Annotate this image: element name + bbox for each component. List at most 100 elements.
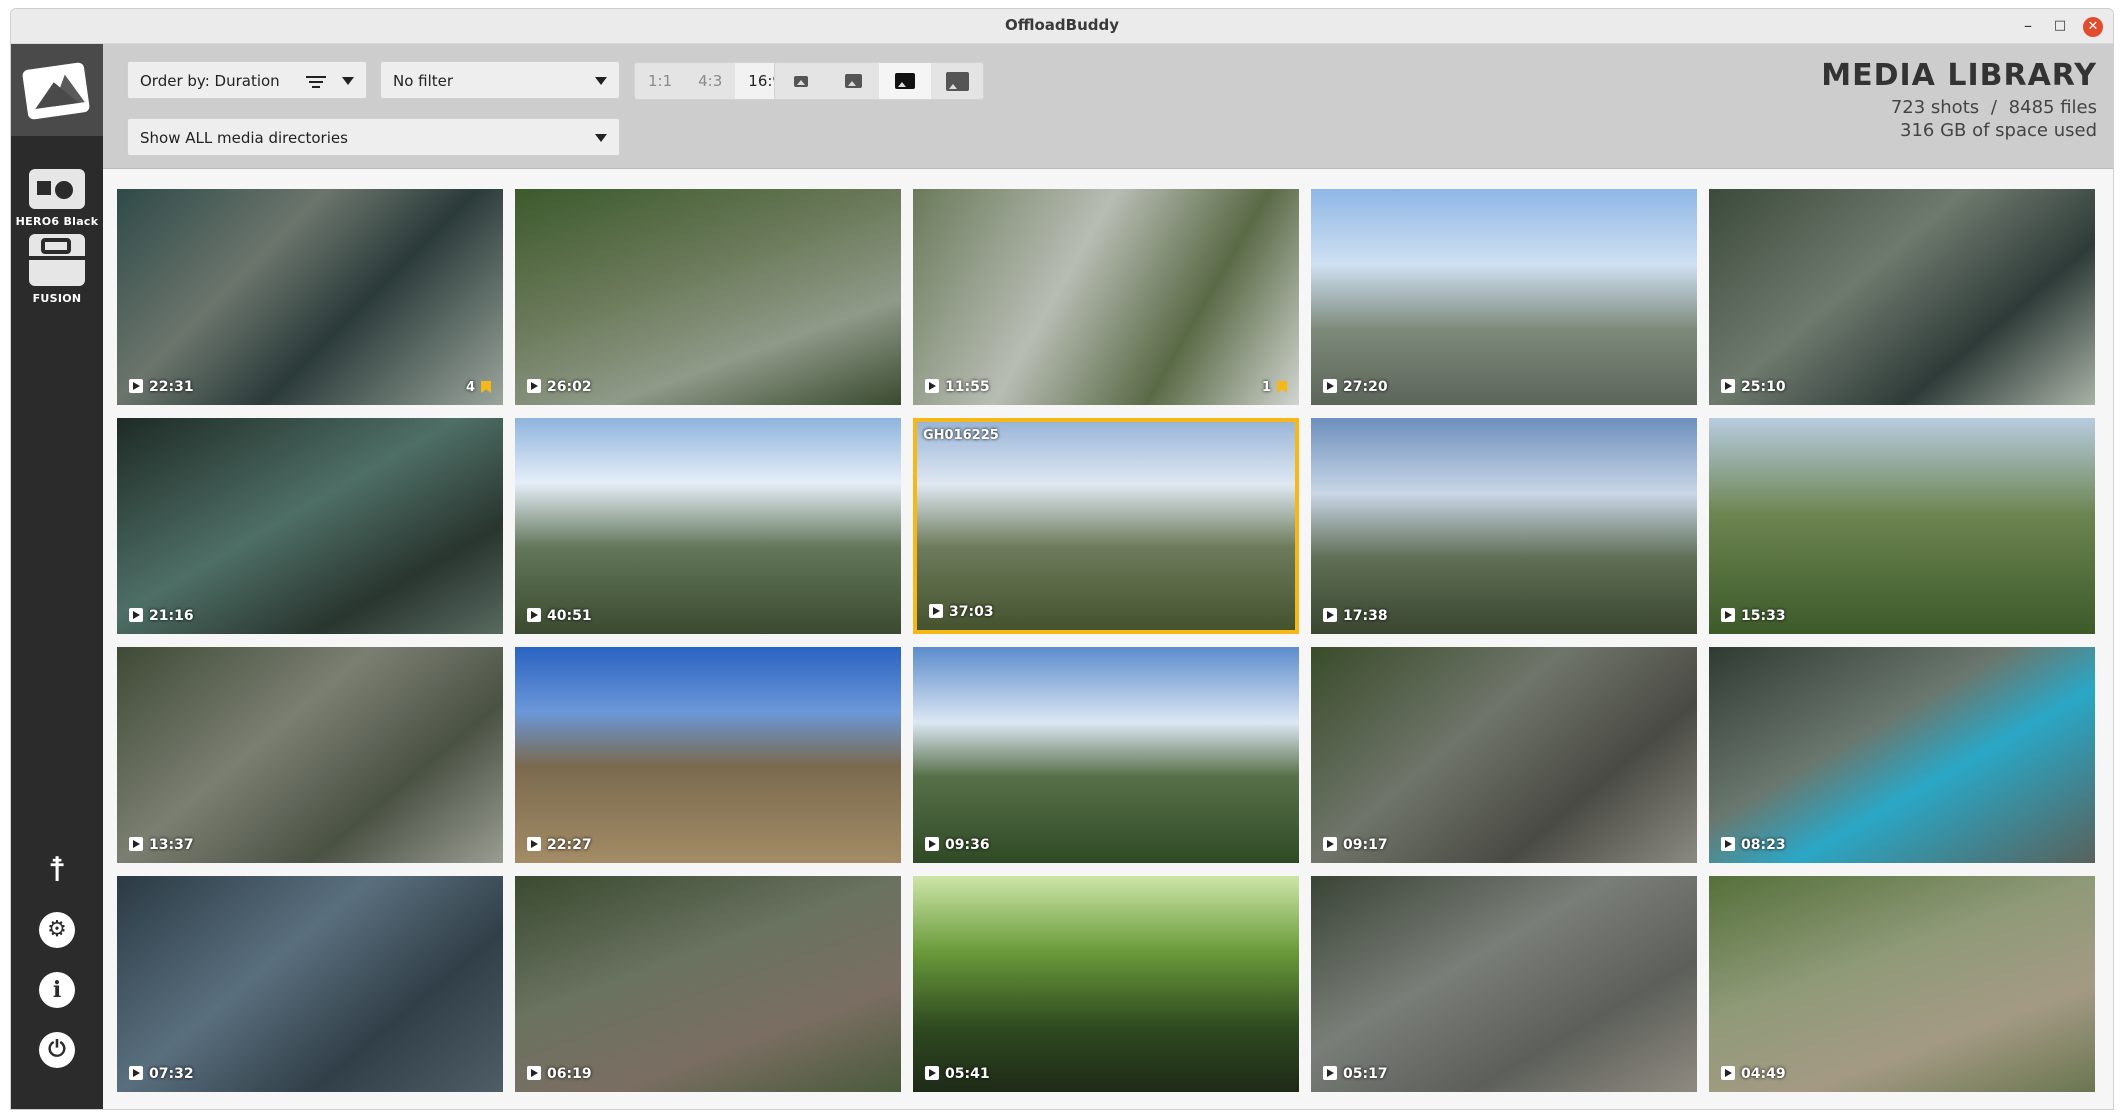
video-icon — [1721, 837, 1735, 851]
video-icon — [1721, 1066, 1735, 1080]
media-thumbnail[interactable]: 21:16 — [117, 418, 503, 634]
media-duration: 13:37 — [129, 837, 194, 853]
duration-text: 26:02 — [547, 379, 592, 395]
image-small-icon — [794, 75, 808, 87]
ratio-1-1[interactable]: 1:1 — [635, 63, 685, 99]
media-thumbnail[interactable]: 04:49 — [1709, 876, 2095, 1092]
media-thumbnail[interactable]: GH016225 37:03 — [913, 418, 1299, 634]
gallery-icon — [21, 61, 91, 121]
image-xlarge-icon — [945, 71, 969, 91]
video-icon — [527, 1066, 541, 1080]
media-duration: 37:03 — [929, 604, 994, 620]
media-thumbnail[interactable]: 13:37 — [117, 647, 503, 863]
device-hero6-black[interactable]: HERO6 Black — [11, 169, 103, 228]
device-label: HERO6 Black — [15, 215, 99, 228]
chevron-down-icon — [595, 134, 607, 142]
media-filename: GH016225 — [923, 428, 999, 443]
duration-text: 09:17 — [1343, 837, 1388, 853]
media-thumbnail[interactable]: 11:55 1 — [913, 189, 1299, 405]
close-icon[interactable]: ✕ — [2083, 17, 2103, 37]
media-thumbnail[interactable]: 08:23 — [1709, 647, 2095, 863]
device-fusion[interactable]: FUSION — [11, 234, 103, 305]
library-counts: 723 shots / 8485 files — [1821, 97, 2097, 118]
highlight-badge: 4 — [466, 380, 491, 395]
hilight-tag-icon — [481, 381, 491, 393]
media-thumbnail[interactable]: 05:17 — [1311, 876, 1697, 1092]
media-thumbnail[interactable]: 09:36 — [913, 647, 1299, 863]
media-thumbnail[interactable]: 27:20 — [1311, 189, 1697, 405]
power-icon[interactable]: ⏻ — [39, 1032, 75, 1068]
video-icon — [925, 1066, 939, 1080]
thumb-size-xlarge[interactable] — [931, 63, 983, 99]
media-thumbnail[interactable]: 07:32 — [117, 876, 503, 1092]
media-duration: 05:41 — [925, 1066, 990, 1082]
duration-text: 04:49 — [1741, 1066, 1786, 1082]
video-icon — [527, 608, 541, 622]
video-icon — [1721, 608, 1735, 622]
duration-text: 06:19 — [547, 1066, 592, 1082]
media-duration: 40:51 — [527, 608, 592, 624]
duration-text: 22:31 — [149, 379, 194, 395]
video-icon — [1323, 837, 1337, 851]
directories-select[interactable]: Show ALL media directories — [127, 118, 620, 156]
media-thumbnail[interactable]: 15:33 — [1709, 418, 2095, 634]
settings-icon[interactable]: ⚙ — [39, 912, 75, 948]
media-duration: 04:49 — [1721, 1066, 1786, 1082]
duration-text: 21:16 — [149, 608, 194, 624]
aspect-ratio-selector: 1:1 4:3 16:9 — [634, 62, 796, 100]
sidebar: HERO6 Black FUSION ☨ ⚙ i ⏻ — [11, 44, 103, 1109]
highlight-count: 4 — [465, 380, 475, 395]
video-icon — [129, 608, 143, 622]
info-icon[interactable]: i — [39, 972, 75, 1008]
media-thumbnail[interactable]: 22:31 4 — [117, 189, 503, 405]
video-icon — [1323, 1066, 1337, 1080]
video-icon — [1721, 379, 1735, 393]
minimize-icon[interactable]: – — [2017, 15, 2039, 37]
video-icon — [129, 1066, 143, 1080]
accessibility-icon[interactable]: ☨ — [39, 852, 75, 888]
toolbar: Order by: Duration No filter Show ALL me… — [103, 44, 2113, 169]
media-thumbnail[interactable]: 25:10 — [1709, 189, 2095, 405]
duration-text: 05:17 — [1343, 1066, 1388, 1082]
media-duration: 27:20 — [1323, 379, 1388, 395]
media-thumbnail[interactable]: 09:17 — [1311, 647, 1697, 863]
media-duration: 17:38 — [1323, 608, 1388, 624]
highlight-count: 1 — [1261, 380, 1271, 395]
media-duration: 11:55 — [925, 379, 990, 395]
video-icon — [129, 379, 143, 393]
media-thumbnail[interactable]: 06:19 — [515, 876, 901, 1092]
ratio-4-3[interactable]: 4:3 — [685, 63, 735, 99]
media-library-button[interactable] — [11, 44, 103, 136]
thumb-size-medium[interactable] — [827, 63, 879, 99]
thumb-size-small[interactable] — [775, 63, 827, 99]
image-large-icon — [895, 73, 915, 89]
space-used: 316 GB of space used — [1900, 120, 2097, 141]
duration-text: 08:23 — [1741, 837, 1786, 853]
media-duration: 21:16 — [129, 608, 194, 624]
media-duration: 05:17 — [1323, 1066, 1388, 1082]
media-duration: 22:27 — [527, 837, 592, 853]
duration-text: 25:10 — [1741, 379, 1786, 395]
filter-value: No filter — [393, 72, 454, 90]
video-icon — [129, 837, 143, 851]
media-thumbnail[interactable]: 26:02 — [515, 189, 901, 405]
maximize-icon[interactable]: □ — [2049, 15, 2071, 37]
media-thumbnail[interactable]: 22:27 — [515, 647, 901, 863]
highlight-badge: 1 — [1262, 380, 1287, 395]
image-medium-icon — [844, 74, 862, 88]
media-duration: 26:02 — [527, 379, 592, 395]
media-thumbnail[interactable]: 05:41 — [913, 876, 1299, 1092]
duration-text: 40:51 — [547, 608, 592, 624]
media-thumbnail[interactable]: 17:38 — [1311, 418, 1697, 634]
filter-select[interactable]: No filter — [380, 61, 620, 99]
video-icon — [1323, 608, 1337, 622]
shots-count: 723 shots — [1890, 97, 1980, 118]
chevron-down-icon — [342, 77, 354, 85]
duration-text: 15:33 — [1741, 608, 1786, 624]
order-by-select[interactable]: Order by: Duration — [127, 61, 367, 99]
media-duration: 07:32 — [129, 1066, 194, 1082]
order-by-value: Order by: Duration — [140, 72, 280, 90]
window-title: OffloadBuddy — [1004, 16, 1120, 34]
thumb-size-large[interactable] — [879, 63, 931, 99]
media-thumbnail[interactable]: 40:51 — [515, 418, 901, 634]
